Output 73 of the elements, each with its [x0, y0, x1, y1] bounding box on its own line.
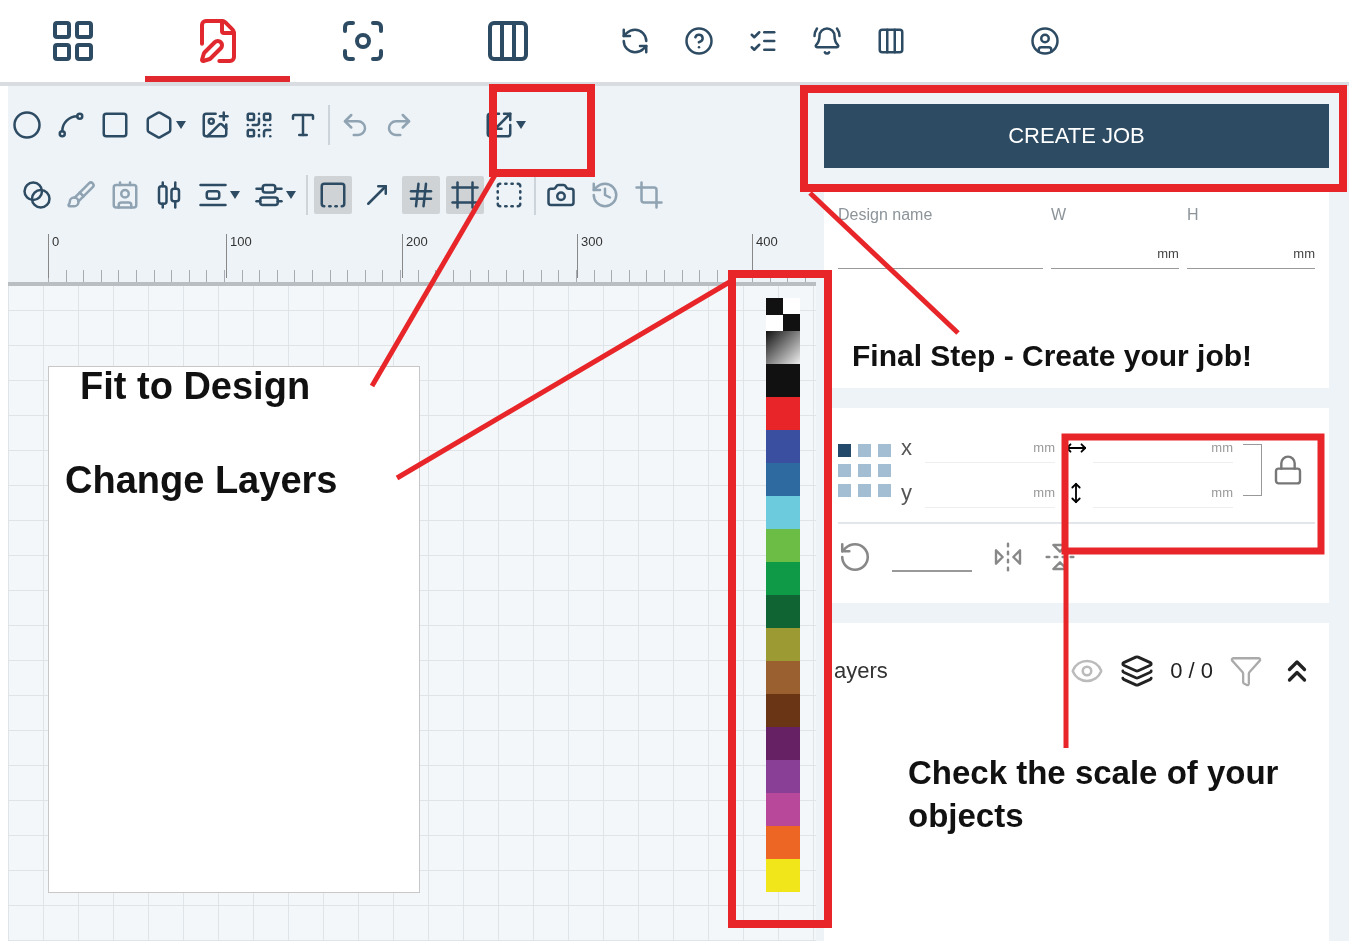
input-field[interactable]: mm	[1050, 239, 1179, 269]
square-icon	[100, 110, 130, 140]
ruler-label: 300	[577, 234, 603, 278]
fit-icon	[484, 110, 514, 140]
color-swatch[interactable]	[766, 364, 800, 397]
field-label: Design name	[838, 205, 934, 224]
color-swatch[interactable]	[766, 727, 800, 760]
input-field[interactable]: mm	[1186, 239, 1315, 269]
person-frame-icon	[110, 180, 140, 210]
caret-icon	[176, 121, 186, 129]
flip-horizontal-icon	[992, 541, 1024, 574]
color-swatch[interactable]	[766, 661, 800, 694]
qr-code-icon	[244, 110, 274, 140]
axis-label: x	[901, 434, 913, 461]
curve-icon	[56, 110, 86, 140]
link-bracket	[1243, 444, 1262, 497]
callout-text: Fit to Design	[80, 364, 312, 409]
dashed-square-icon	[494, 180, 524, 210]
shapes-icon	[22, 180, 52, 210]
input-field[interactable]: mm	[925, 477, 1055, 509]
callout-text: Change Layers	[65, 458, 339, 503]
input-field[interactable]: mm	[1093, 477, 1233, 509]
frame-icon	[876, 26, 906, 56]
caret-icon	[516, 121, 526, 129]
field-label: H	[1186, 205, 1200, 224]
hexagon-icon	[144, 110, 174, 140]
input-field[interactable]: mm	[925, 432, 1055, 464]
refresh-icon	[620, 26, 650, 56]
lock-icon	[1272, 454, 1304, 487]
bell-icon	[812, 25, 842, 57]
caret-icon	[286, 191, 296, 199]
field-label: W	[1050, 205, 1067, 224]
callout-text: Check the scale of your objects	[908, 753, 1280, 836]
toggle-tool[interactable]	[402, 176, 440, 214]
checker-swatch[interactable]	[766, 298, 800, 331]
layers-icon	[1120, 654, 1155, 689]
toggle-tool[interactable]	[446, 176, 484, 214]
brush-icon	[66, 180, 96, 210]
color-swatch[interactable]	[766, 826, 800, 859]
color-swatch[interactable]	[766, 529, 800, 562]
dashed-square-icon	[318, 180, 348, 210]
help-icon	[684, 25, 714, 57]
color-swatch[interactable]	[766, 463, 800, 496]
ruler-label: 400	[752, 234, 778, 278]
color-swatch[interactable]	[766, 793, 800, 826]
anchor-point[interactable]	[838, 443, 851, 457]
frame-icon	[450, 180, 480, 210]
caret-icon	[230, 191, 240, 199]
color-swatch[interactable]	[766, 694, 800, 727]
ruler-label: 0	[48, 234, 60, 278]
color-swatch[interactable]	[766, 397, 800, 430]
toggle-tool[interactable]	[314, 176, 352, 214]
panel-title: ayers	[834, 658, 889, 685]
color-swatch[interactable]	[766, 628, 800, 661]
circle-icon	[12, 110, 42, 140]
input-field[interactable]: mm	[1093, 432, 1233, 464]
layer-count: 0 / 0	[1170, 658, 1213, 685]
color-swatch[interactable]	[766, 859, 800, 892]
callout-text: Final Step - Create your job!	[852, 338, 1254, 374]
color-swatch[interactable]	[766, 430, 800, 463]
ruler-label: 100	[226, 234, 252, 278]
ruler-label: 200	[402, 234, 428, 278]
image-icon	[200, 110, 230, 140]
color-swatch[interactable]	[766, 562, 800, 595]
filter-icon	[1229, 654, 1263, 689]
create-job-button[interactable]: CREATE JOB	[824, 104, 1329, 168]
axis-label: y	[901, 479, 913, 506]
color-swatch[interactable]	[766, 595, 800, 628]
crop-icon	[634, 180, 664, 210]
history-icon	[590, 180, 620, 210]
gradient-swatch[interactable]	[766, 331, 800, 364]
color-swatch[interactable]	[766, 496, 800, 529]
color-swatch[interactable]	[766, 760, 800, 793]
